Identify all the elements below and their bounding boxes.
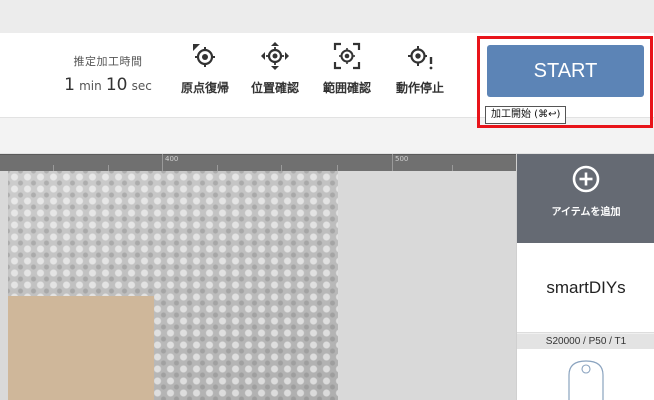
add-item-button[interactable]: アイテムを追加 [517, 154, 654, 243]
ruler-label-400: 400 [165, 155, 179, 163]
start-tooltip: 加工開始 (⌘↩) [485, 106, 567, 124]
cardboard-material-image [8, 296, 154, 400]
estimated-time: 推定加工時間 1 min 10 sec [48, 53, 168, 95]
range-check-label: 範囲確認 [322, 81, 371, 95]
tag-shape-icon [568, 360, 604, 400]
laser-settings: S20000 / P50 / T1 [517, 334, 654, 349]
minutes-unit: min [79, 79, 102, 93]
stop-operation-label: 動作停止 [395, 81, 444, 95]
estimated-time-label: 推定加工時間 [73, 55, 143, 68]
move-crosshair-icon [261, 42, 289, 70]
stop-target-icon [408, 46, 433, 70]
stop-operation-button[interactable]: 動作停止 [391, 41, 449, 96]
range-check-button[interactable]: 範囲確認 [318, 41, 376, 96]
work-canvas[interactable] [0, 171, 516, 400]
frame-target-icon [333, 42, 361, 70]
position-check-label: 位置確認 [250, 81, 299, 95]
add-item-label: アイテムを追加 [551, 207, 621, 218]
item-thumbnail[interactable] [517, 349, 654, 400]
ruler-major-tick [162, 154, 163, 171]
estimated-time-value: 1 min 10 sec [48, 75, 168, 95]
return-to-origin-button[interactable]: 原点復帰 [176, 41, 234, 96]
home-target-icon [193, 44, 215, 67]
ruler-label-500: 500 [395, 155, 409, 163]
seconds-unit: sec [131, 79, 152, 93]
horizontal-ruler: 400 500 [0, 154, 516, 171]
seconds-value: 10 [105, 75, 128, 95]
item-side-panel: アイテムを追加 smartDIYs S20000 / P50 / T1 [516, 154, 654, 400]
minutes-value: 1 [64, 75, 75, 95]
material-name[interactable]: smartDIYs [517, 243, 654, 333]
window-top-strip [0, 0, 654, 33]
plus-circle-icon [572, 165, 600, 193]
start-button[interactable]: START [487, 45, 644, 97]
position-check-button[interactable]: 位置確認 [246, 41, 304, 96]
ruler-major-tick [392, 154, 393, 171]
return-to-origin-label: 原点復帰 [180, 81, 229, 95]
